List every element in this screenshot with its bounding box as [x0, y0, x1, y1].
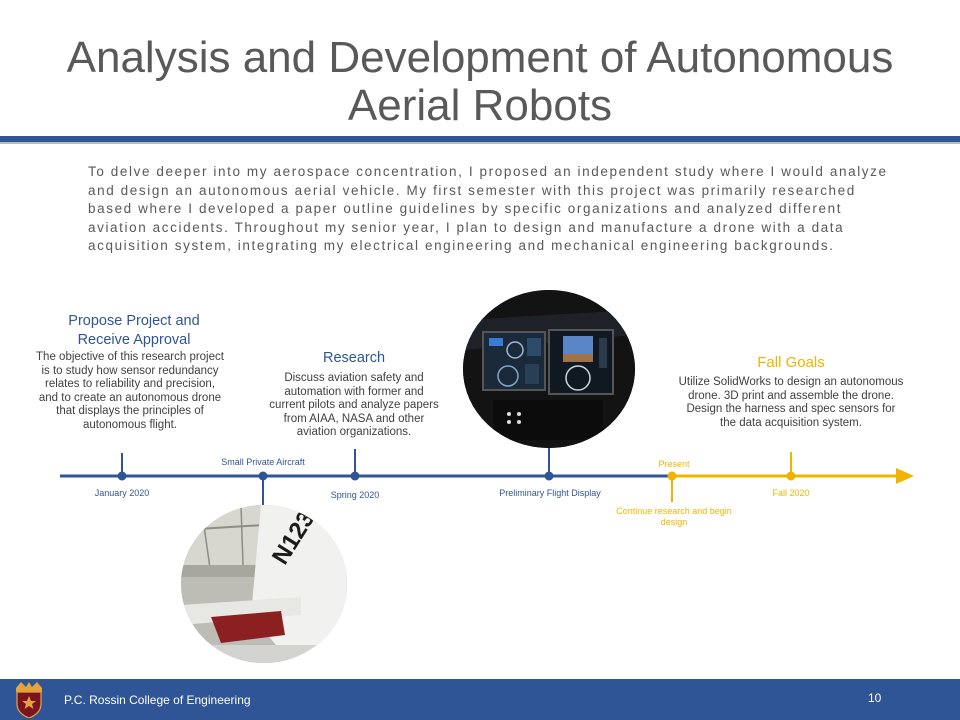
- marker-small-aircraft: [258, 471, 268, 481]
- label-small-private-aircraft: Small Private Aircraft: [221, 457, 305, 467]
- marker-present: [667, 471, 677, 481]
- page-number: 10: [868, 691, 882, 705]
- footer-college-name: P.C. Rossin College of Engineering: [64, 693, 251, 707]
- label-present: Present: [658, 459, 690, 469]
- marker-fall: [786, 471, 796, 481]
- label-january-2020: January 2020: [94, 488, 150, 498]
- footer-bar: P.C. Rossin College of Engineering 10: [0, 679, 960, 720]
- label-preliminary-flight-display: Preliminary Flight Display: [499, 488, 601, 498]
- label-fall-2020: Fall 2020: [772, 488, 810, 498]
- aircraft-photo: N123KW: [181, 505, 347, 663]
- timeline-arrowhead: [896, 468, 914, 484]
- marker-january: [117, 471, 127, 481]
- marker-flight-display: [544, 471, 554, 481]
- label-continue-research: Continue research and begin design: [616, 506, 732, 527]
- flight-display-photo: [463, 290, 635, 448]
- marker-spring: [350, 471, 360, 481]
- label-spring-2020: Spring 2020: [330, 490, 380, 500]
- college-crest-icon: [16, 682, 42, 718]
